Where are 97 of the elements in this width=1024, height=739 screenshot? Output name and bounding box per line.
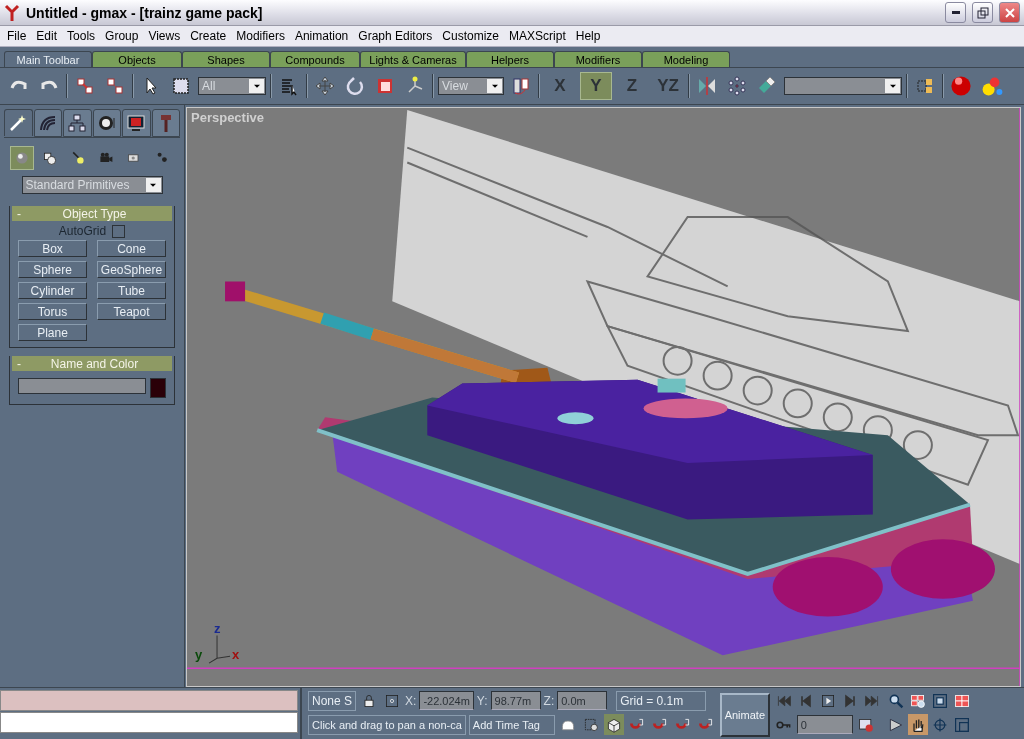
- menu-item[interactable]: Create: [185, 29, 232, 43]
- color-swatch[interactable]: [150, 378, 166, 398]
- primitive-button[interactable]: Teapot: [97, 303, 166, 320]
- axis-label: x: [232, 647, 240, 663]
- move-icon[interactable]: [315, 76, 335, 96]
- link-icon[interactable]: [75, 76, 95, 96]
- zoom-icon[interactable]: [887, 692, 904, 709]
- named-selection-dropdown[interactable]: [784, 77, 902, 95]
- axis-constraint-button[interactable]: Z: [616, 72, 648, 100]
- rotate-icon[interactable]: [345, 76, 365, 96]
- minimize-button[interactable]: [945, 2, 966, 23]
- zoom-extents-icon[interactable]: [931, 692, 948, 709]
- toolbar-tab[interactable]: Main Toolbar: [4, 51, 92, 67]
- axis-constraint-button[interactable]: Y: [580, 72, 612, 100]
- window-title: Untitled - gmax - [trainz game pack]: [26, 4, 264, 21]
- toolbar-tab[interactable]: Modeling: [642, 51, 730, 67]
- cube-icon[interactable]: [605, 716, 622, 733]
- autogrid-checkbox[interactable]: [112, 224, 126, 238]
- add-time-tag[interactable]: Add Time Tag: [468, 714, 555, 735]
- primitive-button[interactable]: Tube: [97, 282, 166, 299]
- mirror-icon[interactable]: [697, 76, 717, 96]
- app-logo-icon: [4, 3, 20, 22]
- viewport-label[interactable]: Perspective: [191, 110, 264, 125]
- zoom-all-icon[interactable]: [909, 692, 926, 709]
- minimize-icon: [951, 11, 960, 14]
- unlink-icon[interactable]: [105, 76, 125, 96]
- go-to-end-icon[interactable]: [863, 692, 880, 709]
- primitive-button[interactable]: Box: [18, 240, 87, 257]
- selection-lock-icon[interactable]: [582, 716, 599, 733]
- primitive-button[interactable]: Cone: [97, 240, 166, 257]
- orbit-icon[interactable]: [931, 716, 948, 733]
- zoom-extents-all-icon[interactable]: [953, 692, 970, 709]
- toolbar-tab[interactable]: Modifiers: [554, 51, 642, 67]
- render-sphere-icon[interactable]: [949, 74, 973, 98]
- coordinate-label: Z:: [543, 693, 555, 708]
- axis-label: z: [214, 621, 221, 637]
- coordinate-label: Y:: [476, 693, 488, 708]
- play-icon[interactable]: [819, 692, 836, 709]
- listener-output-field[interactable]: [0, 712, 298, 733]
- menu-item[interactable]: Customize: [437, 29, 505, 43]
- menu-item[interactable]: MAXScript: [504, 29, 571, 43]
- autogrid-label: AutoGrid: [58, 224, 107, 238]
- toolbar-tab[interactable]: Compounds: [270, 51, 360, 67]
- animate-button[interactable]: Animate: [719, 693, 770, 737]
- primitive-button[interactable]: GeoSphere: [97, 261, 166, 278]
- restore-icon: [976, 6, 989, 19]
- toolbar-tab[interactable]: Helpers: [466, 51, 554, 67]
- primitive-type-dropdown[interactable]: Standard Primitives: [21, 176, 163, 194]
- selection-filter-dropdown[interactable]: All: [198, 77, 266, 95]
- toolbar-tab[interactable]: Lights & Cameras: [360, 51, 466, 67]
- primitive-button[interactable]: Sphere: [18, 261, 87, 278]
- toolbar-tab[interactable]: Objects: [92, 51, 182, 67]
- axis-label: y: [195, 647, 203, 663]
- listener-field[interactable]: [0, 690, 298, 711]
- primitive-button[interactable]: Plane: [18, 324, 87, 341]
- array-icon[interactable]: [727, 76, 747, 96]
- transform-mode-icon[interactable]: [384, 692, 401, 709]
- named-selection-icon[interactable]: [915, 76, 935, 96]
- coordinate-field[interactable]: 0.0m: [557, 691, 608, 710]
- name-field[interactable]: [18, 378, 146, 394]
- coordinate-system-dropdown[interactable]: View: [438, 77, 504, 95]
- align-icon[interactable]: [757, 76, 777, 96]
- menu-item[interactable]: Tools: [62, 29, 101, 43]
- time-configuration-icon[interactable]: [857, 716, 874, 733]
- coordinate-field[interactable]: -22.024m: [419, 691, 474, 710]
- pivot-center-icon[interactable]: [511, 76, 531, 96]
- axis-constraint-button[interactable]: YZ: [652, 72, 684, 100]
- go-to-start-icon[interactable]: [775, 692, 792, 709]
- coordinate-label: X:: [405, 693, 417, 708]
- menu-item[interactable]: File: [2, 29, 32, 43]
- selection-count: None S: [308, 690, 357, 711]
- coordinate-field[interactable]: 98.77m: [490, 691, 541, 710]
- menu-item[interactable]: Views: [143, 29, 186, 43]
- perspective-viewport[interactable]: Perspective z y x: [186, 107, 1021, 687]
- menu-item[interactable]: Graph Editors: [353, 29, 438, 43]
- toolbar-tab[interactable]: Shapes: [182, 51, 270, 67]
- frame-field[interactable]: 0: [796, 715, 853, 734]
- primitive-button[interactable]: Torus: [18, 303, 87, 320]
- close-icon: [1003, 6, 1016, 19]
- menu-item[interactable]: Edit: [31, 29, 63, 43]
- menu-item[interactable]: Modifiers: [231, 29, 290, 43]
- menu-item[interactable]: Animation: [289, 29, 354, 43]
- axis-tripod-icon: [208, 634, 231, 664]
- restore-button[interactable]: [972, 2, 993, 23]
- menu-item[interactable]: Group: [100, 29, 144, 43]
- grid-size: Grid = 0.1m: [616, 690, 707, 711]
- maximize-viewport-icon[interactable]: [953, 716, 970, 733]
- menu-item[interactable]: Help: [570, 29, 606, 43]
- selection-region-icon[interactable]: [171, 76, 191, 96]
- field-of-view-icon[interactable]: [887, 716, 904, 733]
- rollout-header[interactable]: - Name and Color: [12, 356, 172, 371]
- rollout-header[interactable]: - Object Type: [12, 206, 172, 221]
- primitive-button[interactable]: Cylinder: [18, 282, 87, 299]
- close-button[interactable]: [999, 2, 1020, 23]
- select-by-name-icon[interactable]: [279, 76, 299, 96]
- scale-icon[interactable]: [375, 76, 395, 96]
- axis-constraint-button[interactable]: X: [544, 72, 576, 100]
